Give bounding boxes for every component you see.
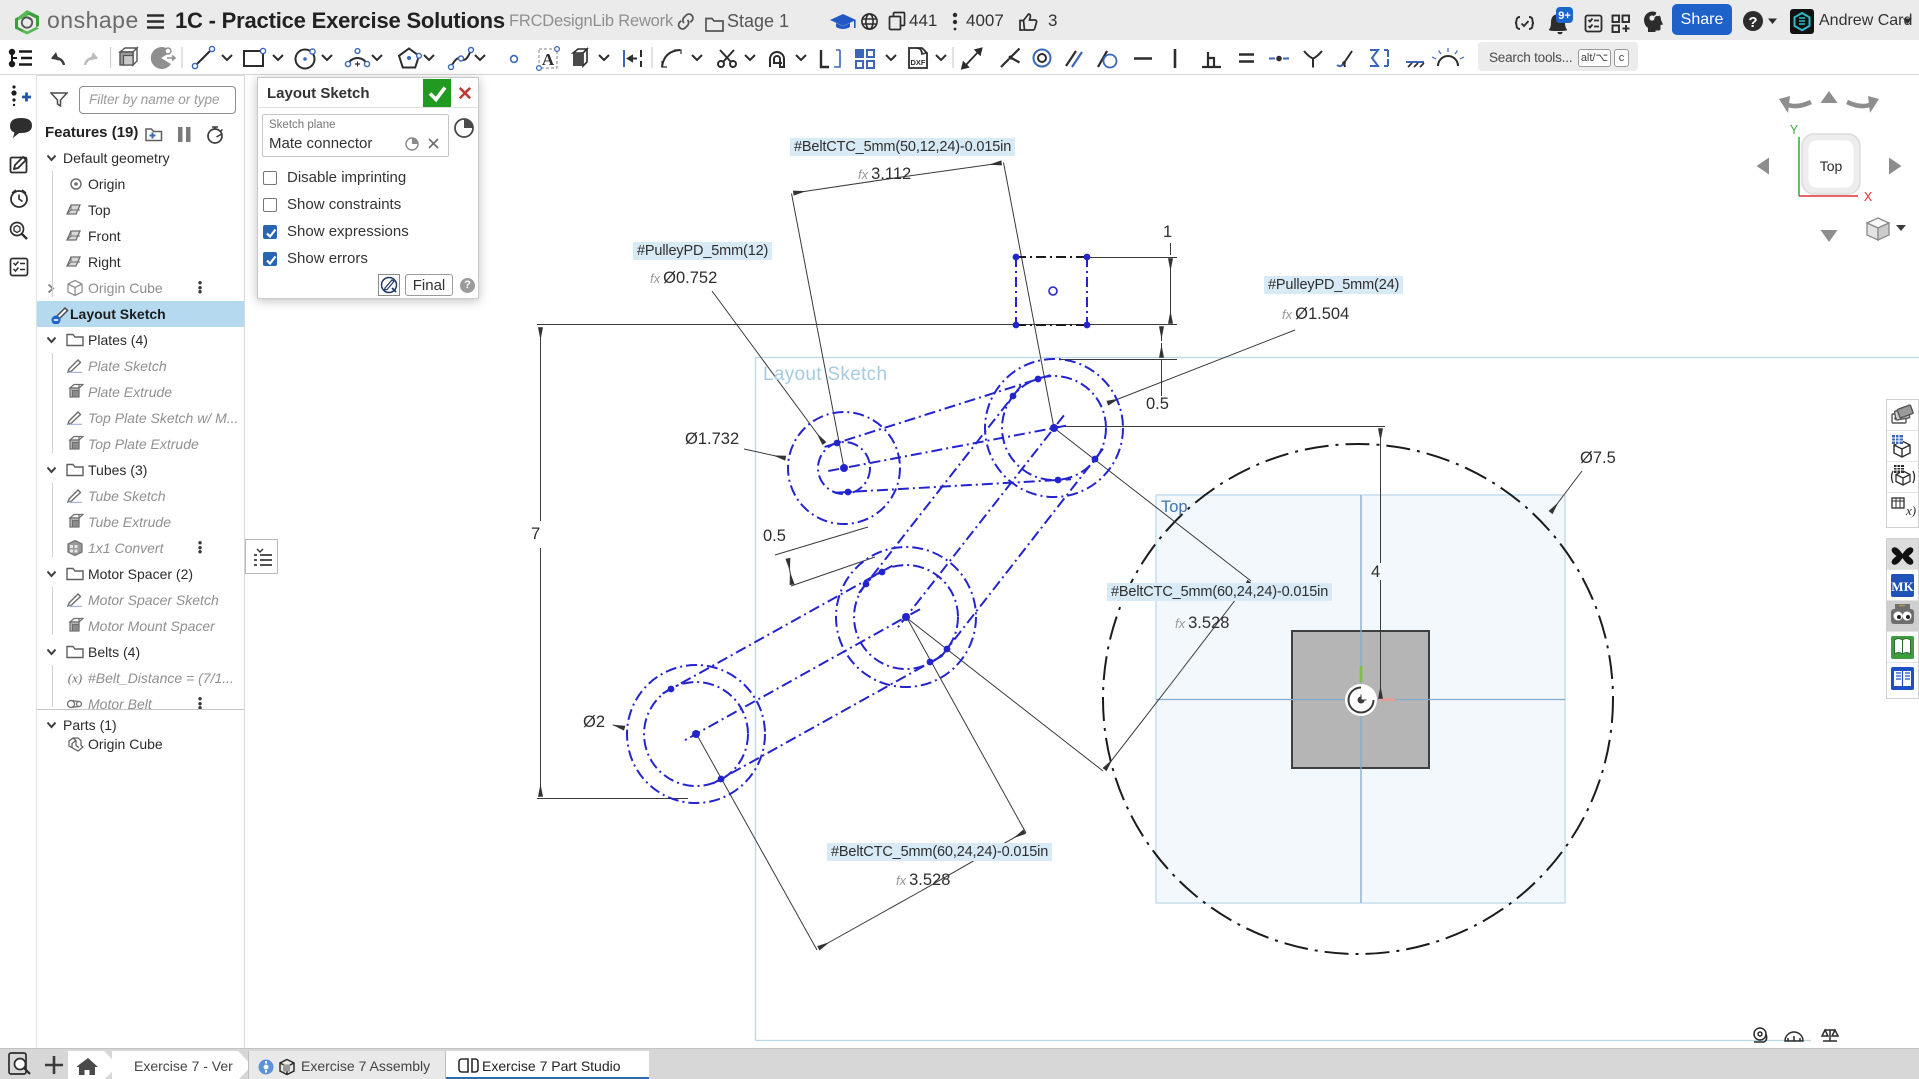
svg-text:onshape: onshape xyxy=(47,7,139,33)
svg-text:9+: 9+ xyxy=(1558,10,1571,22)
svg-text:X: X xyxy=(1864,190,1873,204)
svg-text:?: ? xyxy=(1748,14,1757,31)
svg-text:Top: Top xyxy=(1820,158,1843,174)
svg-text:A: A xyxy=(542,50,555,69)
svg-text:DXF: DXF xyxy=(911,58,926,67)
svg-text:(x): (x) xyxy=(68,671,82,686)
svg-text:Y: Y xyxy=(1790,123,1799,137)
